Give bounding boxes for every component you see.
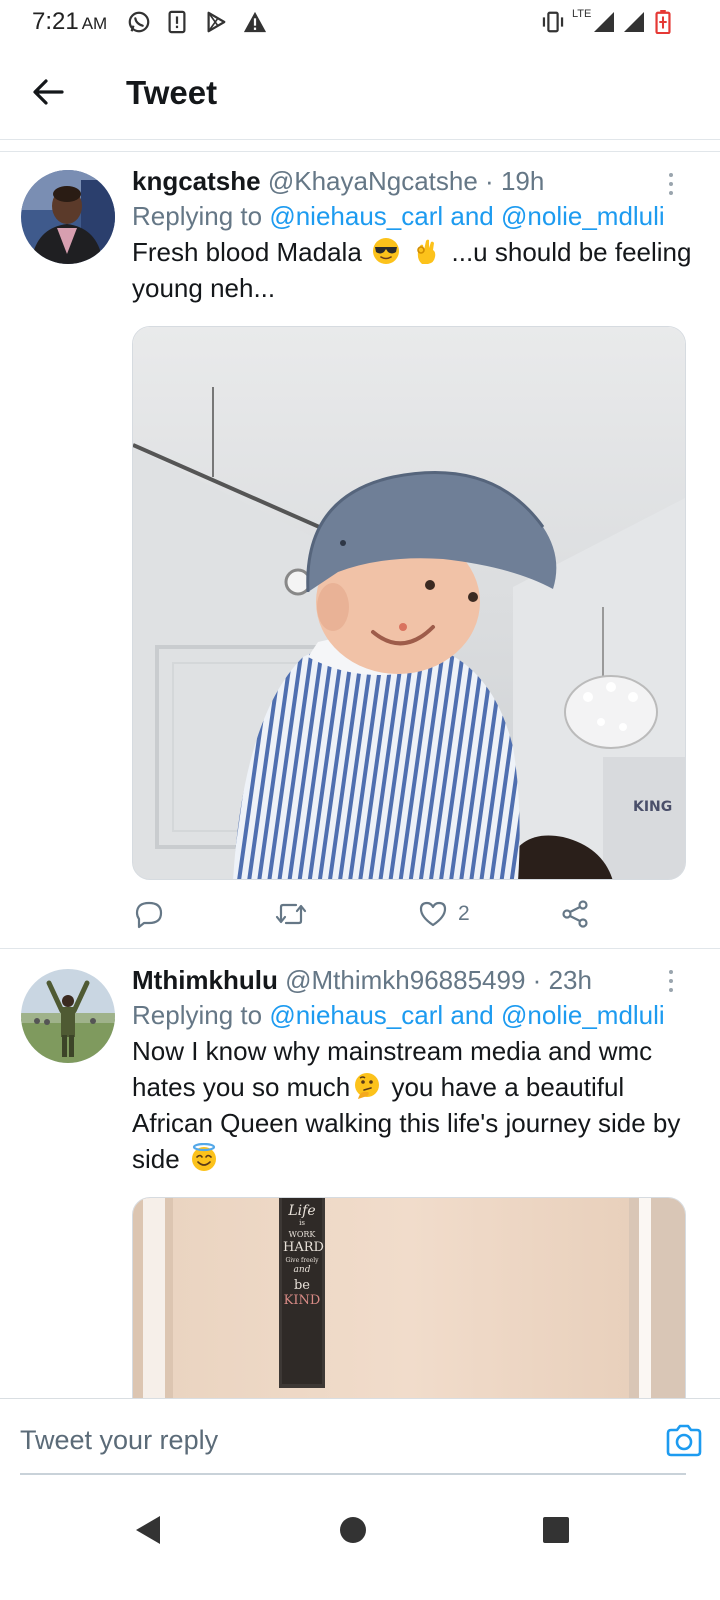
wall-sign-line: Life xyxy=(288,1203,316,1219)
status-time: 7:21 AM xyxy=(32,8,108,35)
comment-icon[interactable] xyxy=(134,899,164,929)
reply-input[interactable]: Tweet your reply xyxy=(20,1413,702,1475)
more-options-icon[interactable] xyxy=(664,170,678,198)
display-name[interactable]: Mthimkhulu xyxy=(132,965,278,995)
wall-sign-line: and xyxy=(293,1265,311,1275)
retweet-action[interactable] xyxy=(274,896,308,932)
tweet-image[interactable]: KING xyxy=(132,326,686,880)
avatar[interactable] xyxy=(21,969,115,1063)
user-handle[interactable]: @Mthimkh96885499 xyxy=(285,965,525,995)
network-type-label: LTE xyxy=(572,8,592,20)
app-header: Tweet xyxy=(0,46,720,140)
replying-and[interactable]: and xyxy=(450,1000,493,1030)
play-store-icon xyxy=(207,11,226,33)
photo-wall-sign xyxy=(133,1198,685,1398)
arrow-left-icon[interactable] xyxy=(28,72,68,112)
battery-charging-icon xyxy=(655,10,671,34)
replying-to: Replying to @niehaus_carl and @nolie_mdl… xyxy=(132,997,692,1033)
wall-sign-line: be xyxy=(293,1278,310,1293)
reply-composer: Tweet your reply xyxy=(0,1398,720,1480)
like-count: 2 xyxy=(458,902,470,925)
system-nav-bar xyxy=(0,1480,720,1600)
mention-link[interactable]: @nolie_mdluli xyxy=(501,201,665,231)
mention-link[interactable]: @niehaus_carl xyxy=(269,201,443,231)
tweet-text-part: Fresh blood Madala xyxy=(132,237,362,267)
tweet-actions: 2 xyxy=(132,896,692,932)
retweet-icon[interactable] xyxy=(274,899,308,929)
share-action[interactable] xyxy=(560,896,590,932)
svg-text:KING: KING xyxy=(633,799,672,815)
replying-prefix: Replying to xyxy=(132,201,263,231)
wall-sign-line: Give freely xyxy=(285,1257,319,1264)
signal-icon xyxy=(624,12,644,32)
ok-hand-emoji xyxy=(417,239,436,264)
more-options-icon[interactable] xyxy=(664,967,678,995)
user-handle[interactable]: @KhayaNgcatshe xyxy=(268,166,478,196)
mention-link[interactable]: @niehaus_carl xyxy=(269,1000,443,1030)
nav-back-icon[interactable] xyxy=(130,1510,170,1550)
thinking-face-emoji xyxy=(355,1073,380,1099)
wall-sign-line: is xyxy=(299,1219,305,1227)
wall-sign-text: Life is WORK HARD Give freely and be KIN… xyxy=(283,1203,324,1308)
whatsapp-icon xyxy=(128,11,150,33)
replying-prefix: Replying to xyxy=(132,1000,263,1030)
sim-alert-icon xyxy=(168,10,186,34)
tweet-text: Fresh blood Madala ...u should be feelin… xyxy=(132,234,692,306)
replying-to: Replying to @niehaus_carl and @nolie_mdl… xyxy=(132,198,692,234)
warning-icon xyxy=(243,11,267,33)
tweet-header: kngcatshe @KhayaNgcatshe · 19h xyxy=(132,164,692,198)
tweet-1[interactable]: kngcatshe @KhayaNgcatshe · 19h Replying … xyxy=(0,152,720,948)
page-title: Tweet xyxy=(126,74,218,111)
nav-home-icon[interactable] xyxy=(333,1510,373,1550)
photo-smiling-child-in-flat-cap: KING xyxy=(133,327,685,879)
reply-action[interactable] xyxy=(134,896,164,932)
halo-face-emoji xyxy=(191,1143,216,1171)
separator: · xyxy=(532,965,542,995)
camera-icon[interactable] xyxy=(664,1421,704,1461)
header-divider xyxy=(0,140,720,152)
share-icon[interactable] xyxy=(560,899,590,929)
display-name[interactable]: kngcatshe xyxy=(132,166,261,196)
sunglasses-emoji xyxy=(373,238,400,264)
tweet-text: Now I know why mainstream media and wmc … xyxy=(132,1033,692,1177)
wall-sign-line: WORK xyxy=(288,1230,316,1239)
vibrate-icon xyxy=(542,11,564,33)
status-ampm: AM xyxy=(81,14,108,33)
nav-recents-icon[interactable] xyxy=(536,1510,576,1550)
heart-icon[interactable] xyxy=(418,899,448,929)
reply-placeholder: Tweet your reply xyxy=(20,1425,219,1455)
replying-and[interactable]: and xyxy=(450,201,493,231)
status-bar: 7:21 AM LTE xyxy=(0,0,720,46)
mention-link[interactable]: @nolie_mdluli xyxy=(501,1000,665,1030)
tweet-2[interactable]: Mthimkhulu @Mthimkh96885499 · 23h Replyi… xyxy=(0,949,720,1398)
tweet-header: Mthimkhulu @Mthimkh96885499 · 23h xyxy=(132,963,692,997)
timestamp: 19h xyxy=(500,166,545,196)
like-action[interactable]: 2 xyxy=(418,896,470,932)
signal-icon xyxy=(594,12,614,32)
timestamp: 23h xyxy=(548,965,592,995)
separator: · xyxy=(485,166,494,196)
wall-sign-line: HARD xyxy=(283,1240,324,1255)
wall-sign-line: KIND xyxy=(283,1293,321,1308)
tweet-image[interactable]: Life is WORK HARD Give freely and be KIN… xyxy=(132,1197,686,1398)
avatar[interactable] xyxy=(21,170,115,264)
